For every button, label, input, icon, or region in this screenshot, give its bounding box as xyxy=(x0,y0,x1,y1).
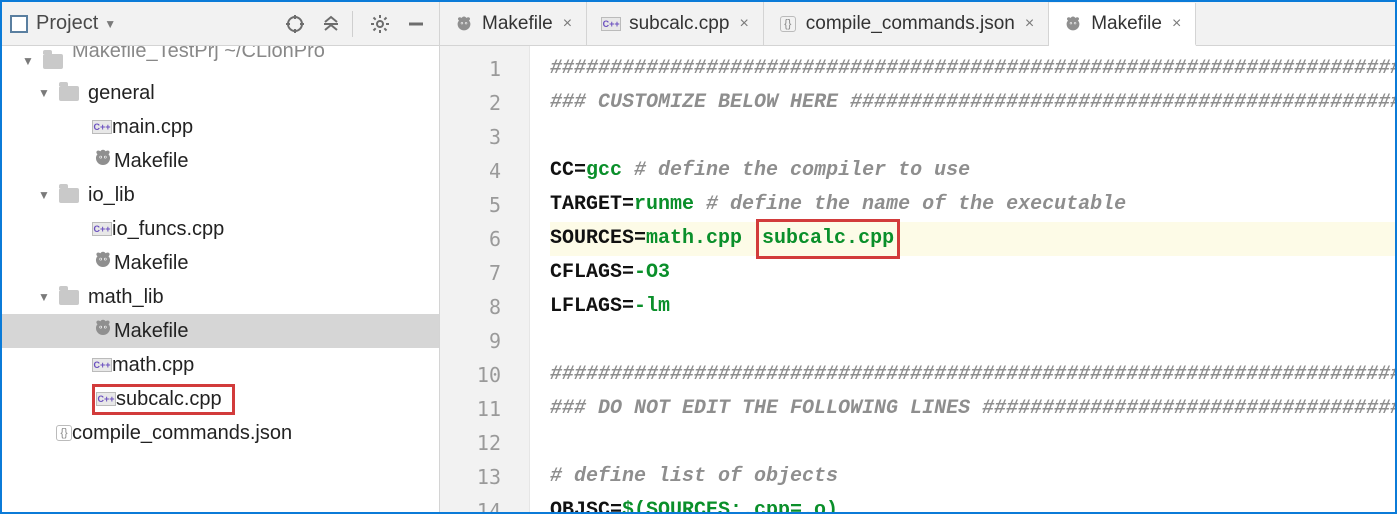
tree-item-label: Makefile xyxy=(114,150,188,173)
tree-item-label: general xyxy=(88,82,155,105)
line-number: 4 xyxy=(440,154,501,188)
line-number: 9 xyxy=(440,324,501,358)
gnu-icon xyxy=(454,14,474,34)
line-number: 14 xyxy=(440,494,501,512)
cpp-icon: C++ xyxy=(601,14,621,34)
tree-item-label: subcalc.cpp xyxy=(116,388,222,411)
cpp-icon: C++ xyxy=(96,392,116,406)
tree-folder[interactable]: general xyxy=(2,76,439,110)
tree-item-label: io_funcs.cpp xyxy=(112,218,224,241)
tree-file[interactable]: Makefile xyxy=(2,246,439,280)
tab-label: subcalc.cpp xyxy=(629,13,729,35)
tree-item-label: Makefile xyxy=(114,320,188,343)
line-number: 11 xyxy=(440,392,501,426)
gnu-icon xyxy=(92,249,114,277)
tree-item-label: math.cpp xyxy=(112,354,194,377)
chevron-down-icon[interactable] xyxy=(38,188,56,202)
line-number: 6 xyxy=(440,222,501,256)
code-line[interactable] xyxy=(550,426,1395,460)
tree-item-label: math_lib xyxy=(88,286,164,309)
cpp-icon: C++ xyxy=(92,222,112,236)
code-line[interactable]: LFLAGS=-lm xyxy=(550,290,1395,324)
code-line[interactable]: OBJSC=$(SOURCES:.cpp=.o) xyxy=(550,494,1395,512)
project-tree: Makefile_TestPrj ~/CLionPro generalC++ma… xyxy=(2,46,440,512)
collapse-all-icon[interactable] xyxy=(316,9,346,39)
editor-tab[interactable]: Makefile × xyxy=(440,2,587,45)
project-tool-header: Project ▼ xyxy=(2,2,440,46)
minimize-icon[interactable] xyxy=(401,9,431,39)
code-area[interactable]: ########################################… xyxy=(530,46,1395,512)
cpp-icon: C++ xyxy=(92,358,112,372)
gnu-icon xyxy=(92,317,114,345)
line-number: 3 xyxy=(440,120,501,154)
project-tool-title[interactable]: Project xyxy=(36,12,98,35)
tree-folder[interactable]: math_lib xyxy=(2,280,439,314)
tree-folder[interactable]: io_lib xyxy=(2,178,439,212)
tree-file[interactable]: Makefile xyxy=(2,314,439,348)
tree-item-label: io_lib xyxy=(88,184,135,207)
line-number: 12 xyxy=(440,426,501,460)
code-line[interactable] xyxy=(550,120,1395,154)
code-line[interactable]: ########################################… xyxy=(550,52,1395,86)
gear-icon[interactable] xyxy=(365,9,395,39)
project-icon xyxy=(10,15,28,33)
folder-icon xyxy=(56,188,82,203)
tree-item-label: compile_commands.json xyxy=(72,422,292,445)
highlighted-token: subcalc.cpp xyxy=(756,219,900,259)
folder-icon xyxy=(56,290,82,305)
line-number: 1 xyxy=(440,52,501,86)
code-line[interactable]: TARGET=runme # define the name of the ex… xyxy=(550,188,1395,222)
tree-file[interactable]: C++io_funcs.cpp xyxy=(2,212,439,246)
line-number: 10 xyxy=(440,358,501,392)
line-number: 2 xyxy=(440,86,501,120)
editor-tab[interactable]: Makefile × xyxy=(1049,3,1196,46)
tree-root-cutoff[interactable]: Makefile_TestPrj ~/CLionPro xyxy=(2,46,439,76)
tree-item-label: Makefile xyxy=(114,252,188,275)
tree-file[interactable]: C++subcalc.cpp xyxy=(2,382,439,416)
tree-item-label: main.cpp xyxy=(112,116,193,139)
code-line[interactable]: CC=gcc # define the compiler to use xyxy=(550,154,1395,188)
locate-icon[interactable] xyxy=(280,9,310,39)
code-line[interactable]: ########################################… xyxy=(550,358,1395,392)
code-editor[interactable]: 123456789101112131415 ##################… xyxy=(440,46,1395,512)
editor-tabs: Makefile × C++ subcalc.cpp × {} compile_comman… xyxy=(440,2,1395,46)
editor-tab[interactable]: {} compile_commands.json × xyxy=(764,2,1049,45)
json-icon: {} xyxy=(56,425,72,441)
line-number: 8 xyxy=(440,290,501,324)
close-icon[interactable]: × xyxy=(739,15,748,33)
chevron-down-icon[interactable] xyxy=(38,290,56,304)
folder-icon xyxy=(56,86,82,101)
close-icon[interactable]: × xyxy=(563,15,572,33)
chevron-down-icon[interactable]: ▼ xyxy=(104,17,116,31)
code-line[interactable] xyxy=(550,324,1395,358)
tree-file[interactable]: C++math.cpp xyxy=(2,348,439,382)
line-number: 5 xyxy=(440,188,501,222)
line-number: 13 xyxy=(440,460,501,494)
tab-label: Makefile xyxy=(482,13,553,35)
code-line[interactable]: ### CUSTOMIZE BELOW HERE ###############… xyxy=(550,86,1395,120)
gutter: 123456789101112131415 xyxy=(440,46,530,512)
close-icon[interactable]: × xyxy=(1172,15,1181,33)
close-icon[interactable]: × xyxy=(1025,15,1034,33)
code-line[interactable]: ### DO NOT EDIT THE FOLLOWING LINES ####… xyxy=(550,392,1395,426)
json-icon: {} xyxy=(778,14,798,34)
editor-tab[interactable]: C++ subcalc.cpp × xyxy=(587,2,764,45)
tree-file[interactable]: C++main.cpp xyxy=(2,110,439,144)
cpp-icon: C++ xyxy=(92,120,112,134)
gnu-icon xyxy=(1063,14,1083,34)
tree-file[interactable]: {}compile_commands.json xyxy=(2,416,439,450)
separator xyxy=(352,11,353,37)
gnu-icon xyxy=(92,147,114,175)
code-line[interactable]: CFLAGS=-O3 xyxy=(550,256,1395,290)
tab-label: Makefile xyxy=(1091,13,1162,35)
code-line[interactable]: # define list of objects xyxy=(550,460,1395,494)
line-number: 7 xyxy=(440,256,501,290)
tree-file[interactable]: Makefile xyxy=(2,144,439,178)
tab-label: compile_commands.json xyxy=(806,13,1015,35)
chevron-down-icon[interactable] xyxy=(38,86,56,100)
code-line[interactable]: SOURCES=math.cpp subcalc.cpp xyxy=(550,222,1395,256)
